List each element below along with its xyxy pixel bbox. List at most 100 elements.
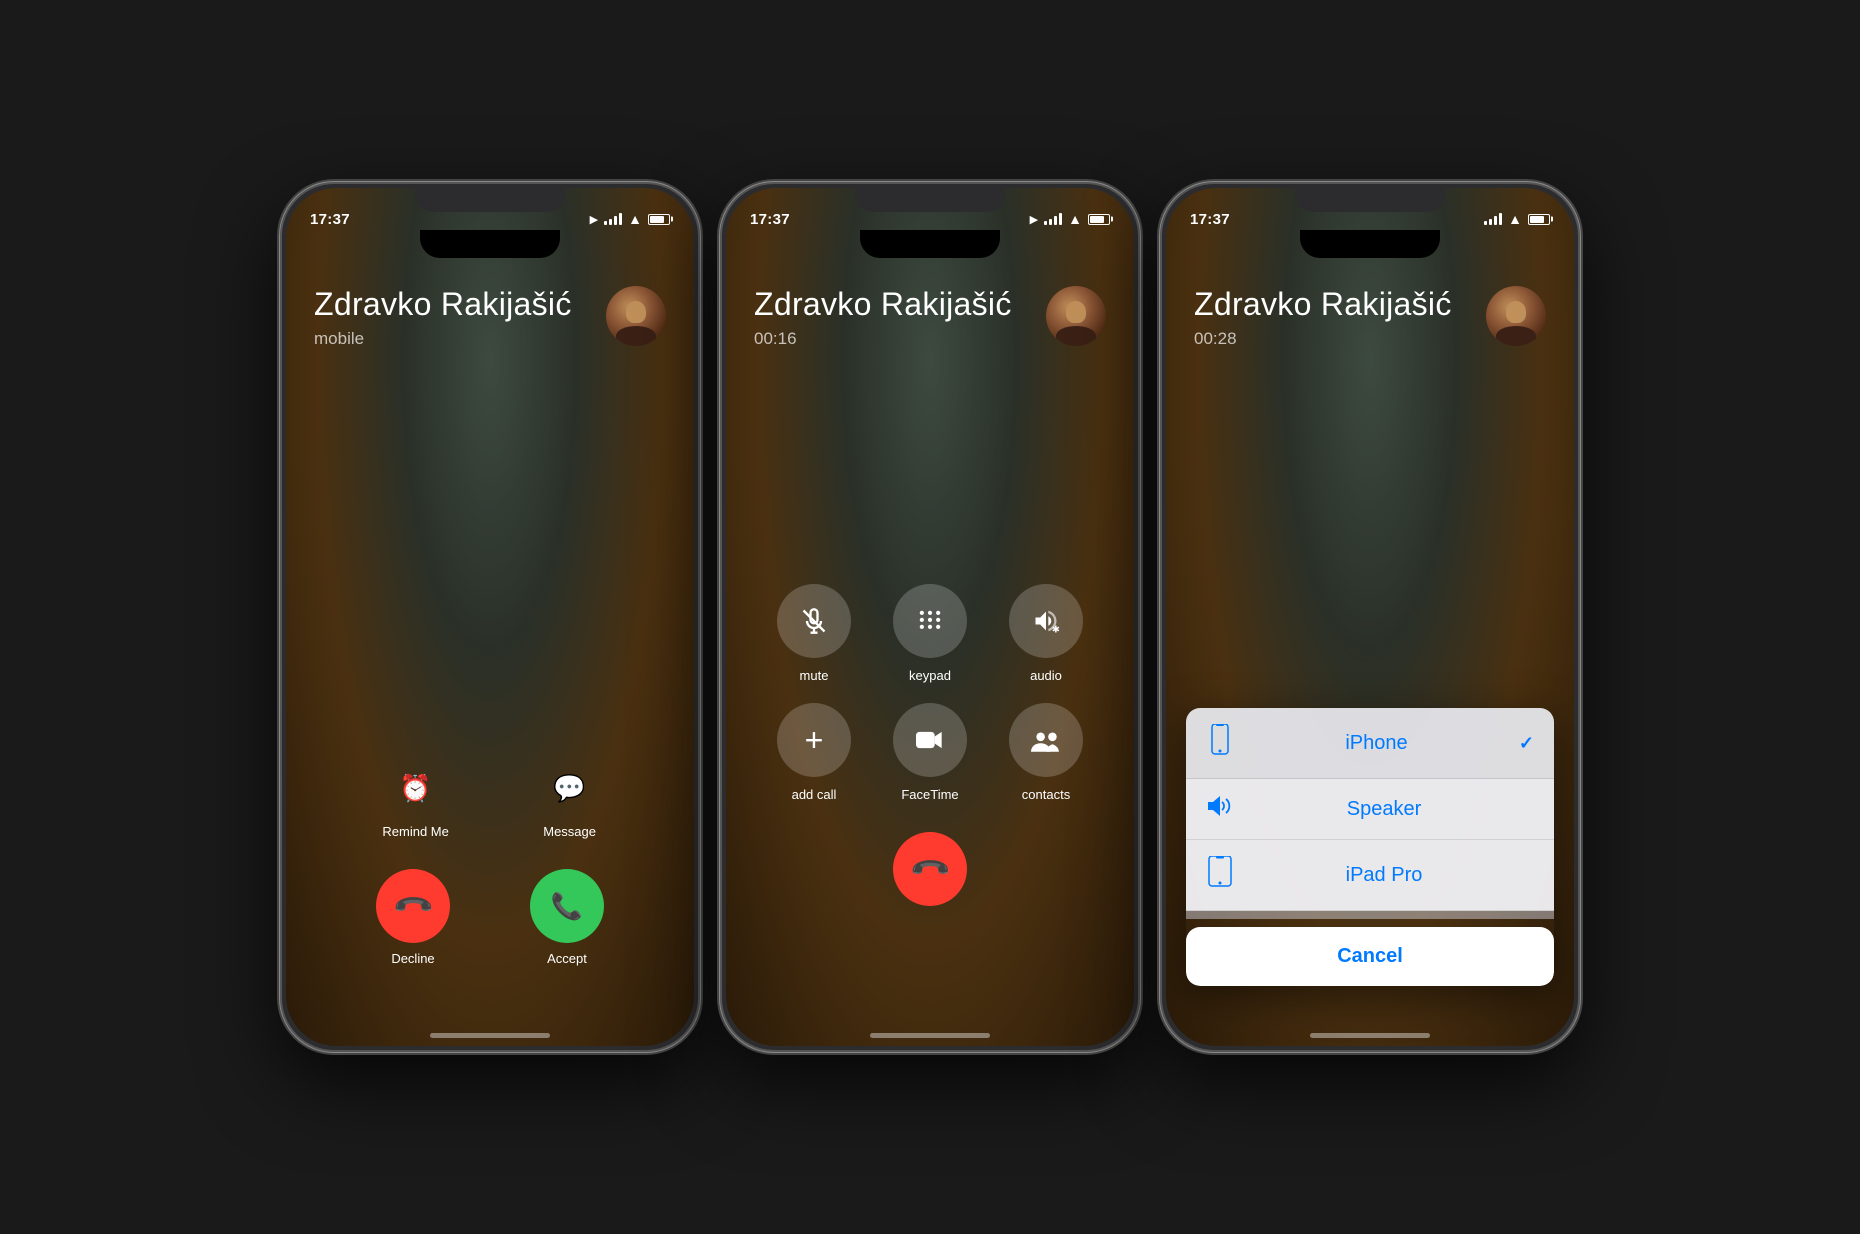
secondary-actions: ⏰ Remind Me 💬 Message xyxy=(286,760,694,839)
ipad-option[interactable]: iPad Pro xyxy=(1186,840,1554,911)
keypad-icon xyxy=(916,607,944,635)
contact-name-3: Zdravko Rakijašić xyxy=(1194,286,1452,323)
contacts-button[interactable]: contacts xyxy=(1009,703,1083,802)
accept-label: Accept xyxy=(547,951,587,966)
battery-icon-3 xyxy=(1528,214,1550,225)
end-call-button[interactable]: 📞 xyxy=(893,832,967,906)
status-icons-2: ▶ ▲ xyxy=(1030,211,1110,227)
audio-icon: ✱ xyxy=(1032,607,1060,635)
contact-avatar-3 xyxy=(1486,286,1546,346)
volume-up-button[interactable] xyxy=(280,324,282,374)
avatar-image xyxy=(606,286,666,346)
mute-button[interactable]: mute xyxy=(777,584,851,683)
phone-active: 17:37 ▶ ▲ xyxy=(720,182,1140,1052)
volume-down-button[interactable] xyxy=(280,394,282,444)
contact-avatar-2 xyxy=(1046,286,1106,346)
signal-icon-2 xyxy=(1044,213,1062,225)
location-icon-2: ▶ xyxy=(1030,213,1038,226)
iphone-option-label: iPhone xyxy=(1250,732,1503,755)
contacts-label: contacts xyxy=(1022,787,1070,802)
add-call-label: add call xyxy=(792,787,837,802)
message-button[interactable]: 💬 Message xyxy=(542,760,598,839)
screen-audio: 17:37 ▲ xyxy=(1166,188,1574,1046)
call-status: mobile xyxy=(314,329,572,349)
location-icon: ▶ xyxy=(590,213,598,226)
call-info: Zdravko Rakijašić mobile xyxy=(314,286,572,349)
home-indicator-3 xyxy=(1310,1033,1430,1038)
decline-label: Decline xyxy=(391,951,434,966)
call-controls: mute xyxy=(726,584,1134,906)
call-duration-3: 00:28 xyxy=(1194,329,1452,349)
contact-name: Zdravko Rakijašić xyxy=(314,286,572,323)
contact-name-2: Zdravko Rakijašić xyxy=(754,286,1012,323)
mute-label: mute xyxy=(800,668,829,683)
contacts-circle xyxy=(1009,703,1083,777)
accept-button[interactable]: 📞 Accept xyxy=(530,869,604,966)
signal-icon-3 xyxy=(1484,213,1502,225)
facetime-label: FaceTime xyxy=(901,787,958,802)
end-call-icon: 📞 xyxy=(908,847,953,892)
mute-icon xyxy=(800,607,828,635)
ipad-device-icon xyxy=(1206,856,1234,894)
add-call-circle: + xyxy=(777,703,851,777)
call-header-2: Zdravko Rakijašić 00:16 xyxy=(726,266,1134,349)
decline-circle: 📞 xyxy=(376,869,450,943)
primary-actions: 📞 Decline 📞 Accept xyxy=(286,869,694,966)
silence-switch-3 xyxy=(1160,284,1162,314)
remind-me-button[interactable]: ⏰ Remind Me xyxy=(382,760,448,839)
call-header: Zdravko Rakijašić mobile xyxy=(286,266,694,349)
call-info-3: Zdravko Rakijašić 00:28 xyxy=(1194,286,1452,349)
speaker-svg-icon xyxy=(1207,795,1233,817)
phone-audio: 17:37 ▲ xyxy=(1160,182,1580,1052)
decline-phone-icon: 📞 xyxy=(391,884,436,929)
mute-circle xyxy=(777,584,851,658)
side-button-3[interactable] xyxy=(1578,344,1580,414)
speaker-option[interactable]: Speaker xyxy=(1186,779,1554,840)
volume-up-button-3[interactable] xyxy=(1160,324,1162,374)
side-button-2[interactable] xyxy=(1138,344,1140,414)
remind-me-label: Remind Me xyxy=(382,824,448,839)
wifi-icon: ▲ xyxy=(628,211,642,227)
wifi-icon-3: ▲ xyxy=(1508,211,1522,227)
iphone-option[interactable]: iPhone ✓ xyxy=(1186,708,1554,779)
decline-button[interactable]: 📞 Decline xyxy=(376,869,450,966)
message-label: Message xyxy=(543,824,596,839)
ipad-svg-icon xyxy=(1208,856,1232,888)
wifi-icon-2: ▲ xyxy=(1068,211,1082,227)
status-time-3: 17:37 xyxy=(1190,211,1230,228)
battery-icon-2 xyxy=(1088,214,1110,225)
volume-up-button-2[interactable] xyxy=(720,324,722,374)
audio-picker: iPhone ✓ Speaker xyxy=(1186,708,1554,986)
screen-active: 17:37 ▶ ▲ xyxy=(726,188,1134,1046)
call-info-2: Zdravko Rakijašić 00:16 xyxy=(754,286,1012,349)
avatar-image-2 xyxy=(1046,286,1106,346)
facetime-button[interactable]: FaceTime xyxy=(893,703,967,802)
cancel-button[interactable]: Cancel xyxy=(1186,927,1554,986)
keypad-button[interactable]: keypad xyxy=(893,584,967,683)
speaker-device-icon xyxy=(1206,795,1234,823)
contacts-icon xyxy=(1031,727,1061,753)
add-icon: + xyxy=(805,724,824,756)
cancel-label: Cancel xyxy=(1337,945,1403,968)
controls-row-1: mute xyxy=(726,584,1134,683)
status-icons-3: ▲ xyxy=(1484,211,1550,227)
iphone-svg-icon xyxy=(1210,724,1230,756)
status-icons: ▶ ▲ xyxy=(590,211,670,227)
speaker-option-label: Speaker xyxy=(1250,798,1518,821)
volume-down-button-2[interactable] xyxy=(720,394,722,444)
svg-text:✱: ✱ xyxy=(1052,625,1060,635)
side-button[interactable] xyxy=(698,344,700,414)
audio-button[interactable]: ✱ audio xyxy=(1009,584,1083,683)
home-indicator xyxy=(430,1033,550,1038)
check-icon: ✓ xyxy=(1519,733,1534,754)
home-indicator-2 xyxy=(870,1033,990,1038)
signal-icon xyxy=(604,213,622,225)
phone-incoming: 17:37 ▶ ▲ xyxy=(280,182,700,1052)
volume-down-button-3[interactable] xyxy=(1160,394,1162,444)
add-call-button[interactable]: + add call xyxy=(777,703,851,802)
audio-circle: ✱ xyxy=(1009,584,1083,658)
notch xyxy=(420,230,560,258)
audio-label: audio xyxy=(1030,668,1062,683)
message-icon-container: 💬 xyxy=(542,760,598,816)
iphone-device-icon xyxy=(1206,724,1234,762)
